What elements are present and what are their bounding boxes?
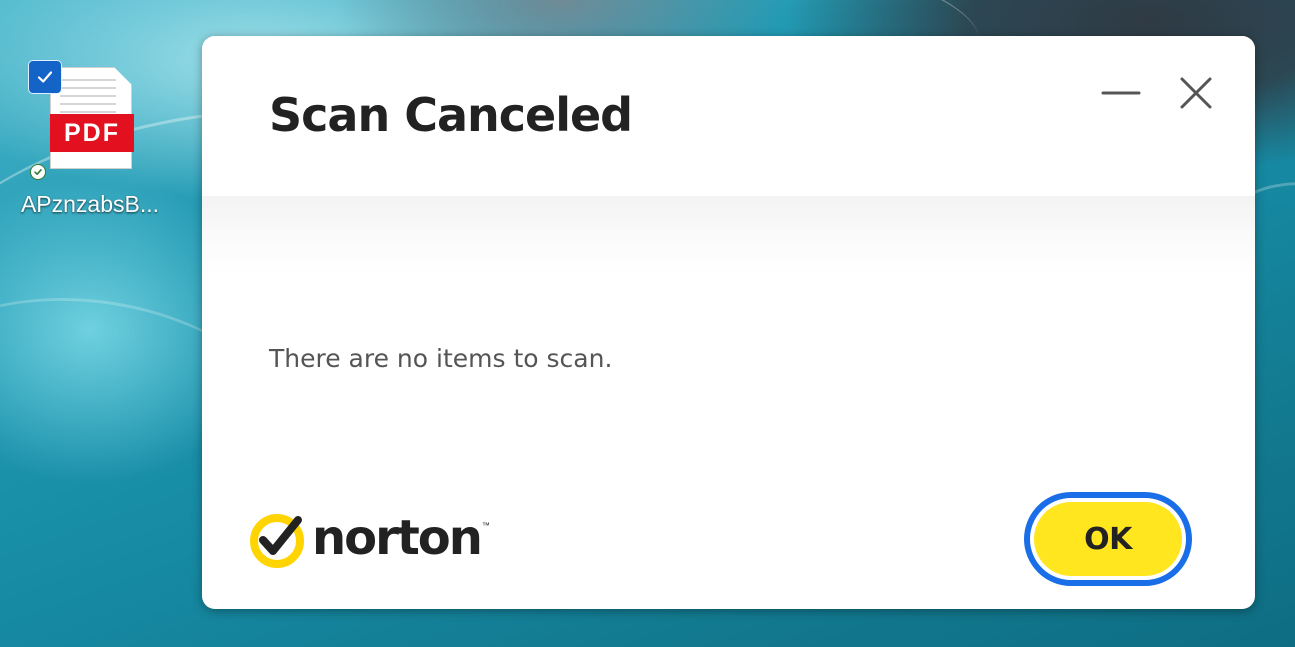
pdf-badge: PDF — [50, 114, 134, 152]
ok-button[interactable]: OK — [1024, 492, 1192, 586]
header-divider-shade — [202, 196, 1255, 276]
brand-name: norton — [312, 510, 483, 566]
dialog-title: Scan Canceled — [269, 88, 633, 142]
sync-status-icon — [30, 164, 46, 180]
minimize-button[interactable] — [1099, 71, 1143, 115]
ok-button-label: OK — [1034, 502, 1182, 576]
trademark-symbol: ™ — [481, 520, 490, 530]
file-name-label: APznzabsB... — [20, 191, 160, 217]
selection-checkbox[interactable] — [28, 60, 62, 94]
desktop-file-item[interactable]: PDF APznzabsB... — [4, 58, 176, 228]
close-button[interactable] — [1174, 71, 1218, 115]
scan-canceled-dialog: Scan Canceled There are no items to scan… — [202, 36, 1255, 609]
minimize-icon — [1101, 91, 1141, 95]
dialog-message: There are no items to scan. — [269, 344, 613, 373]
norton-logo: norton ™ — [248, 506, 490, 576]
desktop: PDF APznzabsB... Scan Canceled There are… — [0, 0, 1295, 647]
norton-checkmark-icon — [250, 514, 304, 568]
close-icon — [1180, 77, 1212, 109]
pdf-file-icon: PDF — [50, 67, 134, 169]
checkmark-icon — [37, 71, 53, 83]
